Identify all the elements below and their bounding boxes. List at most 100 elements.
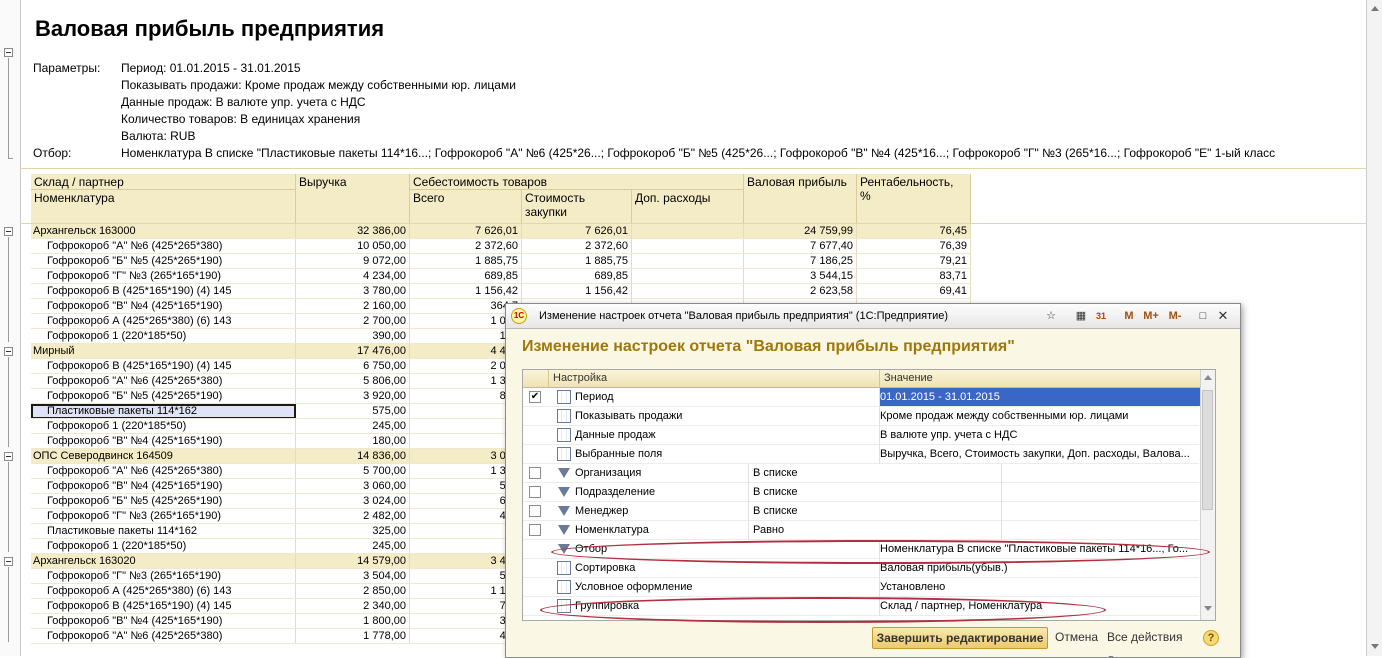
- grid-header-setting[interactable]: Настройка: [549, 370, 880, 388]
- item-name-cell[interactable]: Гофрокороб В (425*165*190) (4) 145: [31, 599, 296, 614]
- revenue-cell[interactable]: 14 579,00: [296, 554, 410, 569]
- table-group-row[interactable]: Архангельск 163000 32 386,00 7 626,01 7 626…: [31, 224, 971, 239]
- item-name-cell[interactable]: Гофрокороб "Г" №3 (265*165*190): [31, 269, 296, 284]
- settings-row[interactable]: Номенклатура Равно: [523, 521, 1199, 540]
- gross-profit-cell[interactable]: 24 759,99: [744, 224, 857, 239]
- cost-purchase-cell[interactable]: 689,85: [522, 269, 632, 284]
- group-name-cell[interactable]: Архангельск 163020: [31, 554, 296, 569]
- revenue-cell[interactable]: 6 750,00: [296, 359, 410, 374]
- setting-value[interactable]: Номенклатура В списке "Пластиковые пакет…: [880, 540, 1202, 558]
- setting-checkbox[interactable]: [529, 505, 541, 517]
- setting-checkbox[interactable]: [529, 524, 541, 536]
- setting-checkbox[interactable]: ✔: [529, 391, 541, 403]
- item-name-cell[interactable]: Гофрокороб "В" №4 (425*165*190): [31, 299, 296, 314]
- memory-mplus-button[interactable]: M+: [1141, 308, 1161, 324]
- finish-editing-button[interactable]: Завершить редактирование: [872, 627, 1048, 649]
- item-name-cell[interactable]: Гофрокороб 1 (220*185*50): [31, 329, 296, 344]
- setting-condition[interactable]: В списке: [753, 502, 798, 520]
- setting-value[interactable]: Кроме продаж между собственными юр. лица…: [880, 407, 1202, 425]
- item-name-cell[interactable]: Гофрокороб "В" №4 (425*165*190): [31, 479, 296, 494]
- setting-value[interactable]: Выручка, Всего, Стоимость закупки, Доп. …: [880, 445, 1202, 463]
- revenue-cell[interactable]: 3 060,00: [296, 479, 410, 494]
- item-name-cell[interactable]: Пластиковые пакеты 114*162: [31, 404, 296, 419]
- item-name-cell[interactable]: Гофрокороб "Б" №5 (425*265*190): [31, 494, 296, 509]
- item-name-cell[interactable]: Гофрокороб "А" №6 (425*265*380): [31, 629, 296, 644]
- item-name-cell[interactable]: Гофрокороб В (425*165*190) (4) 145: [31, 359, 296, 374]
- cost-extra-cell[interactable]: [632, 284, 744, 299]
- collapse-group-toggle[interactable]: [4, 347, 13, 356]
- revenue-cell[interactable]: 575,00: [296, 404, 410, 419]
- group-name-cell[interactable]: Архангельск 163000: [31, 224, 296, 239]
- cost-purchase-cell[interactable]: 1 885,75: [522, 254, 632, 269]
- scroll-up-icon[interactable]: [1371, 6, 1379, 11]
- revenue-cell[interactable]: 245,00: [296, 539, 410, 554]
- revenue-cell[interactable]: 5 700,00: [296, 464, 410, 479]
- settings-row[interactable]: Группировка Склад / партнер, Номенклатура: [523, 597, 1199, 616]
- revenue-cell[interactable]: 9 072,00: [296, 254, 410, 269]
- revenue-cell[interactable]: 2 160,00: [296, 299, 410, 314]
- settings-row[interactable]: Условное оформление Установлено: [523, 578, 1199, 597]
- grid-scroll-up-icon[interactable]: [1204, 375, 1212, 380]
- setting-checkbox[interactable]: [529, 467, 541, 479]
- cost-purchase-cell[interactable]: 2 372,60: [522, 239, 632, 254]
- setting-value[interactable]: Склад / партнер, Номенклатура: [880, 597, 1202, 615]
- group-name-cell[interactable]: ОПС Северодвинск 164509: [31, 449, 296, 464]
- scroll-down-icon[interactable]: [1371, 644, 1379, 649]
- settings-row[interactable]: Подразделение В списке: [523, 483, 1199, 502]
- revenue-cell[interactable]: 2 700,00: [296, 314, 410, 329]
- item-name-cell[interactable]: Гофрокороб А (425*265*380) (6) 143: [31, 314, 296, 329]
- cancel-button[interactable]: Отмена: [1055, 627, 1098, 649]
- cost-extra-cell[interactable]: [632, 239, 744, 254]
- item-name-cell[interactable]: Гофрокороб 1 (220*185*50): [31, 539, 296, 554]
- revenue-cell[interactable]: 3 024,00: [296, 494, 410, 509]
- cost-total-cell[interactable]: 1 156,42: [410, 284, 522, 299]
- report-vertical-scrollbar[interactable]: [1366, 0, 1382, 656]
- settings-row[interactable]: Организация В списке: [523, 464, 1199, 483]
- profitability-cell[interactable]: 79,21: [857, 254, 971, 269]
- calculator-icon[interactable]: ▦: [1074, 308, 1088, 324]
- cost-extra-cell[interactable]: [632, 254, 744, 269]
- revenue-cell[interactable]: 3 504,00: [296, 569, 410, 584]
- calendar-icon[interactable]: 31: [1093, 308, 1109, 324]
- collapse-group-toggle[interactable]: [4, 557, 13, 566]
- all-actions-menu[interactable]: Все действия ▼: [1107, 627, 1187, 657]
- revenue-cell[interactable]: 180,00: [296, 434, 410, 449]
- collapse-params-toggle[interactable]: [4, 48, 13, 57]
- gross-profit-cell[interactable]: 7 677,40: [744, 239, 857, 254]
- maximize-icon[interactable]: □: [1196, 308, 1210, 324]
- table-row[interactable]: Гофрокороб В (425*165*190) (4) 145 3 780,…: [31, 284, 971, 299]
- item-name-cell[interactable]: Гофрокороб "А" №6 (425*265*380): [31, 374, 296, 389]
- table-row[interactable]: Гофрокороб "А" №6 (425*265*380) 10 050,00…: [31, 239, 971, 254]
- cost-purchase-cell[interactable]: 1 156,42: [522, 284, 632, 299]
- cost-extra-cell[interactable]: [632, 224, 744, 239]
- cost-total-cell[interactable]: 689,85: [410, 269, 522, 284]
- item-name-cell[interactable]: Гофрокороб "В" №4 (425*165*190): [31, 434, 296, 449]
- grid-scroll-down-icon[interactable]: [1204, 606, 1212, 611]
- settings-row[interactable]: Отбор Номенклатура В списке "Пластиковые …: [523, 540, 1199, 559]
- grid-header-value[interactable]: Значение: [880, 370, 1202, 388]
- settings-row[interactable]: Менеджер В списке: [523, 502, 1199, 521]
- setting-value[interactable]: 01.01.2015 - 31.01.2015: [880, 388, 1202, 406]
- grid-scrollbar[interactable]: [1200, 370, 1215, 620]
- cost-total-cell[interactable]: 2 372,60: [410, 239, 522, 254]
- collapse-group-toggle[interactable]: [4, 227, 13, 236]
- cost-extra-cell[interactable]: [632, 269, 744, 284]
- memory-mminus-button[interactable]: M-: [1165, 308, 1185, 324]
- setting-condition[interactable]: Равно: [753, 521, 784, 539]
- cost-total-cell[interactable]: 1 885,75: [410, 254, 522, 269]
- item-name-cell[interactable]: Гофрокороб "А" №6 (425*265*380): [31, 464, 296, 479]
- settings-row[interactable]: Сортировка Валовая прибыль(убыв.): [523, 559, 1199, 578]
- settings-row[interactable]: Данные продаж В валюте упр. учета с НДС: [523, 426, 1199, 445]
- setting-value[interactable]: Валовая прибыль(убыв.): [880, 559, 1202, 577]
- setting-checkbox[interactable]: [529, 486, 541, 498]
- revenue-cell[interactable]: 32 386,00: [296, 224, 410, 239]
- profitability-cell[interactable]: 69,41: [857, 284, 971, 299]
- revenue-cell[interactable]: 3 780,00: [296, 284, 410, 299]
- profitability-cell[interactable]: 76,39: [857, 239, 971, 254]
- cost-purchase-cell[interactable]: 7 626,01: [522, 224, 632, 239]
- revenue-cell[interactable]: 2 850,00: [296, 584, 410, 599]
- revenue-cell[interactable]: 1 778,00: [296, 629, 410, 644]
- revenue-cell[interactable]: 5 806,00: [296, 374, 410, 389]
- gross-profit-cell[interactable]: 7 186,25: [744, 254, 857, 269]
- revenue-cell[interactable]: 14 836,00: [296, 449, 410, 464]
